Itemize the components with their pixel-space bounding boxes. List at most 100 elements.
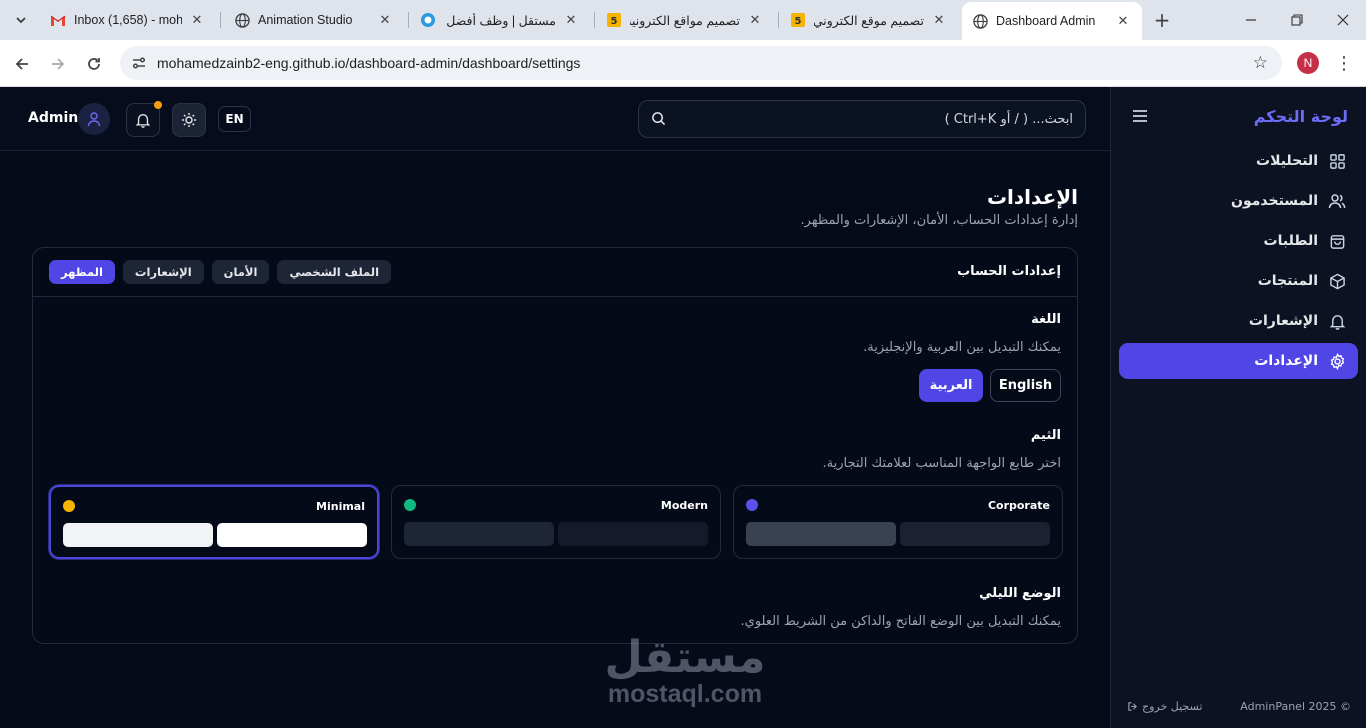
arabic-language-button[interactable]: العربية [919, 369, 983, 402]
user-icon [87, 112, 101, 127]
sidebar-item-label: المنتجات [1257, 273, 1318, 289]
tab-profile[interactable]: الملف الشخصي [277, 260, 392, 284]
theme-preview-bar [217, 523, 367, 547]
close-icon[interactable]: ✕ [376, 11, 394, 29]
notification-dot [154, 101, 162, 109]
close-icon [1337, 14, 1349, 26]
page-title: الإعدادات [986, 185, 1078, 209]
tab-notifications[interactable]: الإشعارات [122, 260, 204, 284]
settings-tabs: المظهر الإشعارات الأمان الملف الشخصي [49, 260, 392, 284]
search-icon [651, 111, 667, 127]
window-close-button[interactable] [1320, 0, 1366, 40]
topbar: Admin EN ابحث... ( / أو Ctrl+K ) [0, 87, 1110, 151]
admin-name: Admin [28, 110, 79, 126]
english-language-button[interactable]: English [990, 369, 1061, 402]
dashboard-app: لوحة التحكم التحليلات المستخدمون الطلبات… [0, 87, 1366, 728]
reload-icon [88, 58, 100, 70]
tab-title: مستقل | وظف أفضل ا [444, 13, 556, 28]
forward-button[interactable] [44, 50, 72, 78]
tab-title: Inbox (1,658) - moha [74, 13, 182, 27]
notifications-button[interactable] [126, 101, 162, 137]
omnibox[interactable]: mohamedzainb2-eng.github.io/dashboard-ad… [120, 46, 1282, 80]
browser-tab-bar: Inbox (1,658) - moha ✕ Animation Studio … [0, 0, 1366, 40]
grid-icon [1328, 152, 1346, 170]
theme-preview-bar [900, 522, 1050, 546]
theme-preview-bar [404, 522, 554, 546]
site-info-icon[interactable] [130, 54, 148, 72]
tab-title: تصميم مواقع الكترونيه [630, 13, 740, 28]
sidebar-item-products[interactable]: المنتجات [1119, 263, 1358, 299]
sidebar-item-notifications[interactable]: الإشعارات [1119, 303, 1358, 339]
close-icon[interactable]: ✕ [188, 11, 206, 29]
search-input[interactable]: ابحث... ( / أو Ctrl+K ) [638, 100, 1086, 138]
watermark-english: mostaql.com [607, 680, 763, 708]
sidebar-item-settings[interactable]: الإعدادات [1119, 343, 1358, 379]
theme-preview-bar [63, 523, 213, 547]
browser-tab-dashboard-admin[interactable]: Dashboard Admin ✕ [962, 2, 1142, 40]
sidebar-item-users[interactable]: المستخدمون [1119, 183, 1358, 219]
minimize-icon [1246, 19, 1256, 21]
logout-label: تسجيل خروج [1142, 700, 1203, 713]
sun-icon [182, 113, 196, 127]
avatar[interactable] [78, 103, 110, 135]
bell-icon [135, 114, 151, 128]
sidebar-item-analytics[interactable]: التحليلات [1119, 143, 1358, 179]
menu-icon[interactable] [1131, 107, 1151, 127]
arrow-right-icon [52, 58, 65, 70]
bell-icon [1328, 312, 1346, 330]
tab-appearance[interactable]: المظهر [49, 260, 115, 284]
bookmark-star-icon[interactable]: ☆ [1253, 53, 1268, 73]
theme-option-name: Corporate [987, 499, 1050, 512]
language-section-title: اللغة [1031, 312, 1061, 327]
tab-separator [220, 12, 221, 28]
mostaql-watermark: مستقل mostaql.com [600, 635, 770, 708]
tab-separator [408, 12, 409, 28]
globe-icon [972, 13, 988, 29]
new-tab-button[interactable]: + [1150, 8, 1174, 32]
page-subtitle: إدارة إعدادات الحساب، الأمان، الإشعارات … [800, 213, 1078, 228]
mostaql-icon [420, 12, 436, 28]
theme-option-minimal[interactable]: Minimal [49, 485, 379, 559]
sidebar-item-orders[interactable]: الطلبات [1119, 223, 1358, 259]
tab-separator [778, 12, 779, 28]
browser-tab-animation-studio[interactable]: Animation Studio ✕ [224, 4, 404, 36]
night-mode-section-title: الوضع الليلي [979, 586, 1061, 601]
theme-option-modern[interactable]: Modern [391, 485, 721, 559]
restore-button[interactable] [1274, 0, 1320, 40]
sidebar-item-label: المستخدمون [1231, 193, 1318, 209]
browser-tab-mostaql[interactable]: مستقل | وظف أفضل ا ✕ [410, 4, 590, 36]
back-button[interactable] [8, 50, 36, 78]
reload-button[interactable] [80, 50, 108, 78]
tab-security[interactable]: الأمان [211, 260, 270, 284]
profile-avatar[interactable]: N [1297, 52, 1319, 74]
theme-toggle-button[interactable] [172, 103, 206, 137]
close-icon[interactable]: ✕ [930, 11, 948, 29]
theme-option-corporate[interactable]: Corporate [733, 485, 1063, 559]
browser-tab-gmail[interactable]: Inbox (1,658) - moha ✕ [40, 4, 216, 36]
card-header: إعدادات الحساب المظهر الإشعارات الأمان ا… [33, 248, 1077, 297]
gmail-icon [50, 12, 66, 28]
browser-tab-khamsat-1[interactable]: 5 تصميم مواقع الكترونيه ✕ [596, 4, 774, 36]
tab-title: تصميم موقع الكتروني [814, 13, 924, 28]
khamsat-icon: 5 [606, 12, 622, 28]
tab-search-dropdown[interactable] [8, 7, 34, 33]
sidebar-footer: AdminPanel 2025 © تسجيل خروج [1111, 698, 1366, 718]
minimize-button[interactable] [1228, 0, 1274, 40]
browser-tab-khamsat-2[interactable]: 5 تصميم موقع الكتروني ✕ [780, 4, 958, 36]
sidebar-item-label: التحليلات [1256, 153, 1318, 169]
close-icon[interactable]: ✕ [746, 11, 764, 29]
browser-menu-icon[interactable]: ⋮ [1335, 52, 1353, 74]
theme-color-dot [746, 499, 758, 511]
url-text[interactable]: mohamedzainb2-eng.github.io/dashboard-ad… [157, 55, 580, 71]
arrow-left-icon [15, 58, 28, 70]
close-icon[interactable]: ✕ [562, 11, 580, 29]
sidebar-brand[interactable]: لوحة التحكم [1254, 107, 1348, 126]
logout-icon [1128, 702, 1137, 711]
theme-color-dot [63, 500, 75, 512]
theme-option-name: Minimal [316, 500, 365, 513]
close-icon[interactable]: ✕ [1114, 12, 1132, 30]
language-toggle-button[interactable]: EN [218, 106, 251, 132]
theme-color-dot [404, 499, 416, 511]
logout-button[interactable]: تسجيل خروج [1127, 700, 1202, 713]
sidebar-nav: التحليلات المستخدمون الطلبات المنتجات ال… [1119, 143, 1358, 383]
